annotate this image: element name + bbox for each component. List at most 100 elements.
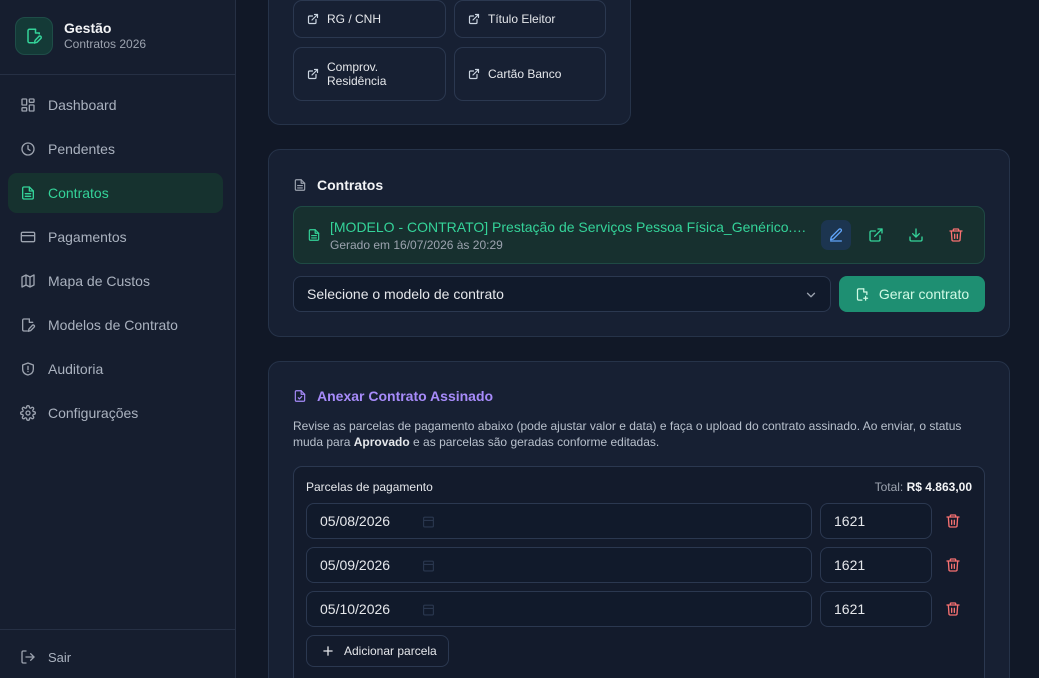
document-button-label: Comprov. Residência xyxy=(327,60,387,88)
sidebar-item-auditoria[interactable]: Auditoria xyxy=(8,349,223,389)
contract-list-item: [MODELO - CONTRATO] Prestação de Serviço… xyxy=(293,206,985,264)
external-link-icon xyxy=(307,13,319,25)
installments-total: Total: R$ 4.863,00 xyxy=(875,480,972,494)
installment-date-value: 05/08/2026 xyxy=(320,513,391,529)
download-contract-button[interactable] xyxy=(901,220,931,250)
sidebar-item-label: Pendentes xyxy=(48,141,115,157)
installment-value: 1621 xyxy=(834,513,866,529)
file-text-icon xyxy=(307,228,321,242)
calendar-icon[interactable] xyxy=(422,559,435,572)
sidebar-item-mapa-de-custos[interactable]: Mapa de Custos xyxy=(8,261,223,301)
installment-value-input[interactable]: 1621 xyxy=(820,591,932,627)
sidebar-nav: Dashboard Pendentes Contratos Pagamentos… xyxy=(8,85,223,437)
logout-label: Sair xyxy=(48,649,72,665)
attach-section-title: Anexar Contrato Assinado xyxy=(293,388,493,404)
sidebar-item-configuracoes[interactable]: Configurações xyxy=(8,393,223,433)
sidebar-item-pendentes[interactable]: Pendentes xyxy=(8,129,223,169)
trash-icon xyxy=(945,601,961,617)
installment-value-input[interactable]: 1621 xyxy=(820,503,932,539)
external-link-icon xyxy=(468,68,480,80)
installment-date-input[interactable]: 05/09/2026 xyxy=(306,547,812,583)
map-icon xyxy=(20,273,36,289)
sidebar-item-label: Pagamentos xyxy=(48,229,127,245)
sidebar-item-label: Mapa de Custos xyxy=(48,273,150,289)
log-out-icon xyxy=(20,649,36,665)
total-label: Total: xyxy=(874,480,904,494)
delete-contract-button[interactable] xyxy=(941,220,971,250)
add-installment-label: Adicionar parcela xyxy=(344,644,437,658)
sidebar-item-label: Contratos xyxy=(48,185,109,201)
sidebar-divider xyxy=(0,74,236,75)
contract-generated-date: Gerado em 16/07/2026 às 20:29 xyxy=(330,238,503,252)
document-button-rg-cnh[interactable]: RG / CNH xyxy=(293,0,446,38)
contract-file-name[interactable]: [MODELO - CONTRATO] Prestação de Serviço… xyxy=(330,219,808,235)
installments-panel: Parcelas de pagamento Total: R$ 4.863,00… xyxy=(293,466,985,678)
document-button-label: RG / CNH xyxy=(327,12,381,26)
delete-installment-button[interactable] xyxy=(942,598,964,620)
installment-date-value: 05/10/2026 xyxy=(320,601,391,617)
file-check-icon xyxy=(293,389,307,403)
document-button-titulo-eleitor[interactable]: Título Eleitor xyxy=(454,0,606,38)
file-plus-icon xyxy=(855,287,870,302)
sidebar-item-label: Configurações xyxy=(48,405,139,421)
pencil-icon xyxy=(828,227,844,243)
document-button-label: Cartão Banco xyxy=(488,67,562,81)
attach-description: Revise as parcelas de pagamento abaixo (… xyxy=(293,418,983,450)
installment-row: 05/09/2026 1621 xyxy=(306,547,972,583)
installments-label: Parcelas de pagamento xyxy=(306,480,433,494)
contracts-section-title: Contratos xyxy=(293,177,383,193)
sidebar-item-contratos[interactable]: Contratos xyxy=(8,173,223,213)
external-link-icon xyxy=(307,68,319,80)
installment-value-input[interactable]: 1621 xyxy=(820,547,932,583)
trash-icon xyxy=(945,513,961,529)
credit-card-icon xyxy=(20,229,36,245)
contract-template-select-value: Selecione o modelo de contrato xyxy=(307,286,504,302)
sidebar-item-label: Modelos de Contrato xyxy=(48,317,178,333)
brand-subtitle: Contratos 2026 xyxy=(64,37,147,51)
trash-icon xyxy=(945,557,961,573)
calendar-icon[interactable] xyxy=(422,603,435,616)
file-edit-icon xyxy=(20,317,36,333)
plus-icon xyxy=(321,644,335,658)
document-button-cartao-banco[interactable]: Cartão Banco xyxy=(454,47,606,101)
installment-date-value: 05/09/2026 xyxy=(320,557,391,573)
sidebar-divider xyxy=(0,629,236,630)
trash-icon xyxy=(948,227,964,243)
sidebar-item-label: Auditoria xyxy=(48,361,104,377)
generate-contract-button[interactable]: Gerar contrato xyxy=(839,276,985,312)
file-text-icon xyxy=(20,185,36,201)
brand-title: Gestão xyxy=(64,20,112,36)
installment-row: 05/08/2026 1621 xyxy=(306,503,972,539)
shield-icon xyxy=(20,361,36,377)
delete-installment-button[interactable] xyxy=(942,510,964,532)
sidebar-item-label: Dashboard xyxy=(48,97,117,113)
installment-value: 1621 xyxy=(834,557,866,573)
contract-template-select[interactable]: Selecione o modelo de contrato xyxy=(293,276,831,312)
gear-icon xyxy=(20,405,36,421)
attach-signed-contract-card: Anexar Contrato Assinado Revise as parce… xyxy=(268,361,1010,678)
sidebar-item-pagamentos[interactable]: Pagamentos xyxy=(8,217,223,257)
file-edit-icon xyxy=(15,17,53,55)
contracts-title: Contratos xyxy=(317,177,384,193)
installment-date-input[interactable]: 05/10/2026 xyxy=(306,591,812,627)
document-button-label: Título Eleitor xyxy=(488,12,556,26)
contracts-card: Contratos [MODELO - CONTRATO] Prestação … xyxy=(268,149,1010,337)
brand: Gestão Contratos 2026 xyxy=(15,17,146,55)
total-value: R$ 4.863,00 xyxy=(906,480,972,494)
sidebar-item-dashboard[interactable]: Dashboard xyxy=(8,85,223,125)
generate-contract-label: Gerar contrato xyxy=(878,286,970,302)
file-text-icon xyxy=(293,178,307,192)
external-link-icon xyxy=(468,13,480,25)
open-contract-button[interactable] xyxy=(861,220,891,250)
add-installment-button[interactable]: Adicionar parcela xyxy=(306,635,449,667)
sidebar-item-modelos-de-contrato[interactable]: Modelos de Contrato xyxy=(8,305,223,345)
sidebar: Gestão Contratos 2026 Dashboard Pendente… xyxy=(0,0,236,678)
installment-date-input[interactable]: 05/08/2026 xyxy=(306,503,812,539)
logout-button[interactable]: Sair xyxy=(20,649,71,665)
attach-title: Anexar Contrato Assinado xyxy=(317,388,494,404)
layout-grid-icon xyxy=(20,97,36,113)
edit-contract-button[interactable] xyxy=(821,220,851,250)
calendar-icon[interactable] xyxy=(422,515,435,528)
document-button-comprov-residencia[interactable]: Comprov. Residência xyxy=(293,47,446,101)
delete-installment-button[interactable] xyxy=(942,554,964,576)
